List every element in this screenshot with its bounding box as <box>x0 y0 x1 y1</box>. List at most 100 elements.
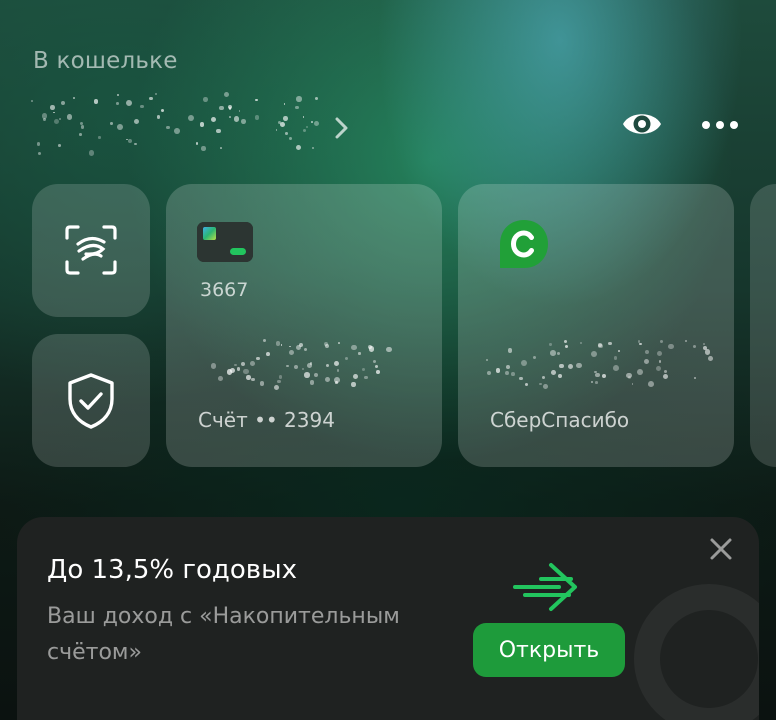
sparkle-dot <box>325 344 330 349</box>
sparkle-dot <box>542 375 546 379</box>
sparkle-dot <box>79 132 83 136</box>
sparkle-dot <box>288 350 294 356</box>
sparkle-dot <box>273 384 279 390</box>
sparkle-dot <box>117 124 123 130</box>
sparkle-dot <box>109 122 113 126</box>
promo-watermark-icon <box>634 584 759 720</box>
sparkle-dot <box>549 343 552 346</box>
sparkle-dot <box>519 376 523 381</box>
sparkle-dot <box>243 368 249 375</box>
sparkle-dot <box>289 137 293 141</box>
sparkle-dot <box>236 367 241 371</box>
sparkle-dot <box>507 347 513 353</box>
sparkle-dot <box>311 146 315 150</box>
sparkle-dot <box>563 340 567 344</box>
shield-check-icon <box>68 373 114 429</box>
sparkle-dot <box>116 93 120 97</box>
close-icon[interactable] <box>707 535 735 563</box>
sparkle-dot <box>294 105 299 110</box>
sparkle-dot <box>223 92 229 98</box>
sparkle-dot <box>374 364 379 369</box>
sparkle-dot <box>511 371 515 376</box>
sparkle-dot <box>289 345 291 348</box>
sparkle-dot <box>286 364 289 368</box>
sparkle-dot <box>595 372 600 378</box>
savings-promo-banner[interactable]: До 13,5% годовых Ваш доход с «Накопитель… <box>17 517 759 720</box>
sparkle-dot <box>259 381 265 386</box>
open-button[interactable]: Открыть <box>473 623 625 677</box>
sparkle-dot <box>42 113 48 119</box>
sparkle-dot <box>195 142 199 145</box>
sparkle-dot <box>251 377 255 381</box>
sparkle-dot <box>703 343 705 346</box>
arrow-right-icon <box>513 563 577 611</box>
sparkle-dot <box>338 342 341 344</box>
sparkle-dot <box>591 351 598 358</box>
sparkle-dot <box>486 370 492 375</box>
sparkle-dot <box>233 116 240 122</box>
security-tile[interactable] <box>32 334 150 467</box>
hidden-card-balance <box>196 339 396 394</box>
sparkle-dot <box>550 350 557 356</box>
sparkle-dot <box>658 360 662 364</box>
sparkle-dot <box>663 369 667 373</box>
sparkle-dot <box>238 110 241 113</box>
sparkle-dot <box>684 340 687 343</box>
sparkle-dot <box>655 365 662 372</box>
sparkle-dot <box>216 128 221 134</box>
sparkle-dot <box>648 380 655 387</box>
sparkle-dot <box>505 370 510 375</box>
sparkle-dot <box>639 342 642 346</box>
more-horizontal-icon[interactable] <box>700 112 740 138</box>
sparkle-dot <box>344 356 348 360</box>
sparkle-dot <box>284 132 288 135</box>
sparkle-dot <box>263 339 267 343</box>
sparkle-dot <box>660 340 664 344</box>
sparkle-dot <box>302 116 305 119</box>
sparkle-dot <box>246 375 251 380</box>
bank-card-icon <box>197 222 253 262</box>
sparkle-dot <box>333 377 340 384</box>
sparkle-dot <box>219 105 225 111</box>
sparkle-dot <box>311 121 314 123</box>
sberspasibo-logo-icon <box>500 220 548 268</box>
sparkle-dot <box>187 115 194 122</box>
next-card-tile[interactable] <box>750 184 776 467</box>
sparkle-dot <box>524 382 529 387</box>
sparkle-dot <box>350 344 357 351</box>
sparkle-dot <box>241 119 246 124</box>
sparkle-dot <box>626 373 632 379</box>
sparkle-dot <box>199 122 205 127</box>
sparkle-dot <box>702 345 707 350</box>
sparkle-dot <box>559 363 564 368</box>
sparkle-dot <box>280 344 283 346</box>
sparkle-dot <box>636 369 643 375</box>
sparkle-dot <box>657 350 663 357</box>
sparkle-dot <box>52 111 55 114</box>
sparkle-dot <box>283 115 288 121</box>
sparkle-dot <box>704 349 711 355</box>
sparkle-dot <box>293 364 299 370</box>
sparkle-dot <box>218 376 224 381</box>
sparkle-dot <box>594 381 598 384</box>
sparkle-dot <box>203 97 208 102</box>
sparkle-dot <box>326 363 330 367</box>
sparkle-dot <box>201 146 206 151</box>
sparkle-dot <box>668 343 674 350</box>
sberspasibo-label: СберСпасибо <box>490 408 630 432</box>
chevron-right-icon[interactable] <box>332 116 352 140</box>
sparkle-dot <box>37 151 42 156</box>
sparkle-dot <box>309 380 315 385</box>
sparkle-dot <box>352 374 358 380</box>
eye-icon[interactable] <box>620 106 664 142</box>
hidden-balance[interactable] <box>26 92 356 160</box>
sparkle-dot <box>631 383 634 385</box>
sparkle-dot <box>618 350 620 353</box>
sparkle-dot <box>255 99 258 102</box>
sparkle-dot <box>36 142 40 146</box>
sparkle-dot <box>304 372 310 378</box>
face-scan-tile[interactable] <box>32 184 150 317</box>
sberspasibo-tile[interactable]: СберСпасибо <box>458 184 734 467</box>
sparkle-dot <box>234 363 237 367</box>
account-card-tile[interactable]: 3667 Счёт •• 2394 <box>166 184 442 467</box>
